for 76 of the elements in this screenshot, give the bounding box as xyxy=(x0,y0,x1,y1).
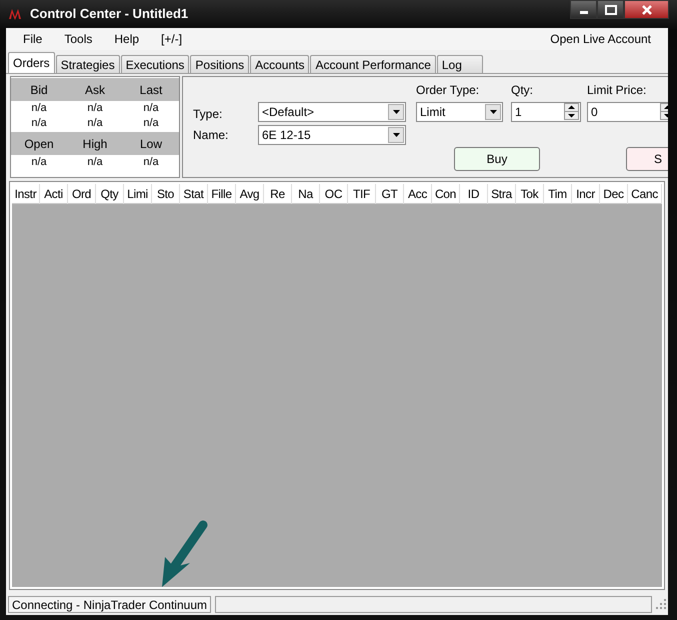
window-title: Control Center - Untitled1 xyxy=(30,5,188,24)
tab[interactable]: Executions xyxy=(120,55,190,73)
quote-value: n/a xyxy=(142,101,160,116)
qty-field[interactable]: 1 xyxy=(511,102,581,122)
column-header: Last xyxy=(138,82,164,98)
column-header[interactable]: Re xyxy=(264,184,292,204)
qty-label: Qty: xyxy=(511,82,534,99)
tab[interactable]: Account Performance xyxy=(310,55,436,73)
column-header: Open xyxy=(23,136,55,152)
quote-value: n/a xyxy=(142,116,160,131)
limit-price-field[interactable]: 0 xyxy=(587,102,668,122)
limit-price-label: Limit Price: xyxy=(587,82,648,99)
logo-icon xyxy=(8,8,24,20)
menu-item[interactable]: [+/-] xyxy=(154,30,190,48)
column-header[interactable]: Stat xyxy=(180,184,208,204)
column-header[interactable]: Ord xyxy=(68,184,96,204)
status-text: Connecting - NinjaTrader Continuum xyxy=(8,596,211,612)
column-header[interactable]: ID xyxy=(460,184,488,204)
column-header[interactable]: Dec xyxy=(600,184,628,204)
order-type-dropdown[interactable]: Limit xyxy=(416,102,503,122)
column-header[interactable]: Qty xyxy=(96,184,124,204)
column-header[interactable]: Acc xyxy=(404,184,432,204)
caret-icon xyxy=(490,110,496,114)
quote-value: n/a xyxy=(86,101,104,116)
column-header[interactable]: Stra xyxy=(488,184,516,204)
column-header: High xyxy=(82,136,108,152)
column-header[interactable]: OC xyxy=(320,184,348,204)
menu-item[interactable]: Open Live Account xyxy=(543,30,658,48)
column-header: Ask xyxy=(84,82,106,98)
quote-value: n/a xyxy=(142,155,160,170)
column-header[interactable]: Avg xyxy=(236,184,264,204)
type-dropdown[interactable]: <Default> xyxy=(258,102,406,122)
resize-grip-icon[interactable] xyxy=(656,599,666,609)
column-header[interactable]: Sto xyxy=(152,184,180,204)
quote-value: n/a xyxy=(30,155,48,170)
caret-icon xyxy=(392,133,400,137)
sell-button[interactable]: S xyxy=(626,147,668,171)
quote-value: n/a xyxy=(86,155,104,170)
menu-item[interactable]: File xyxy=(16,30,50,48)
type-label: Type: xyxy=(193,106,224,123)
column-header[interactable]: Con xyxy=(432,184,460,204)
annotation-arrow xyxy=(162,520,208,587)
column-header[interactable]: Limi xyxy=(124,184,152,204)
minimize-button[interactable] xyxy=(570,0,597,19)
buy-button[interactable]: Buy xyxy=(454,147,540,171)
tab[interactable]: Positions xyxy=(190,55,250,73)
column-header[interactable]: Incr xyxy=(572,184,600,204)
column-header[interactable]: GT xyxy=(376,184,404,204)
column-header[interactable]: TIF xyxy=(348,184,376,204)
quote-value: n/a xyxy=(86,116,104,131)
order-type-label: Order Type: xyxy=(416,82,480,99)
close-icon xyxy=(640,4,652,14)
maximize-button[interactable] xyxy=(597,0,624,19)
name-label: Name: xyxy=(193,127,230,144)
quote-value: n/a xyxy=(30,101,48,116)
column-header: Bid xyxy=(29,82,49,98)
menu-item[interactable]: Help xyxy=(107,30,146,48)
tab[interactable]: Strategies xyxy=(56,55,120,73)
tab[interactable]: Log xyxy=(436,55,483,73)
name-dropdown[interactable]: 6E 12-15 xyxy=(258,125,406,145)
column-header[interactable]: Acti xyxy=(40,184,68,204)
spinner-arrows-icon[interactable] xyxy=(564,103,579,120)
tab[interactable]: Orders xyxy=(8,52,55,73)
column-header[interactable]: Tim xyxy=(544,184,572,204)
caret-icon xyxy=(392,110,400,114)
column-header[interactable]: Fille xyxy=(208,184,236,204)
column-header[interactable]: Canc xyxy=(628,184,662,204)
column-header[interactable]: Na xyxy=(292,184,320,204)
tab[interactable]: Accounts xyxy=(250,55,310,73)
menu-item[interactable]: Tools xyxy=(57,30,100,48)
column-header[interactable]: Tok xyxy=(516,184,544,204)
column-header[interactable]: Instr xyxy=(12,184,40,204)
maximize-icon xyxy=(604,4,616,14)
close-button[interactable] xyxy=(624,0,669,19)
quote-value: n/a xyxy=(30,116,48,131)
column-header: Low xyxy=(138,136,163,152)
